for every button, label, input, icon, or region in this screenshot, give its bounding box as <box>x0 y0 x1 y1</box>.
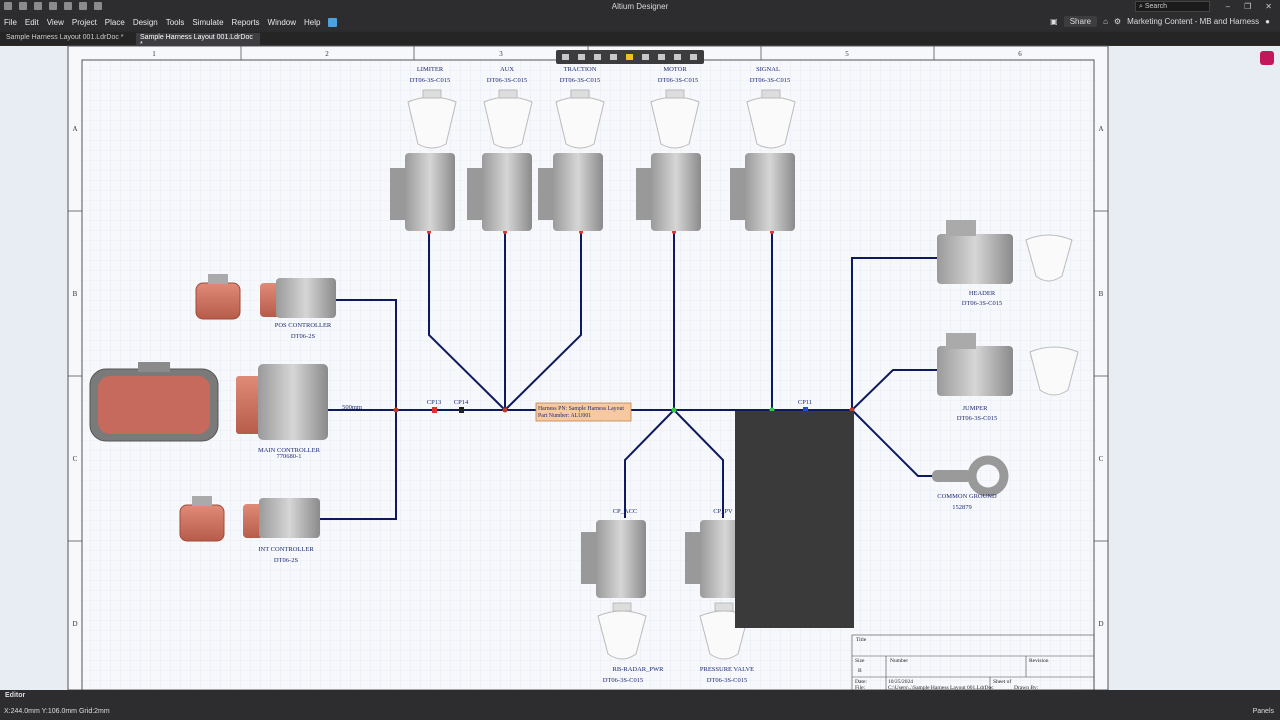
row-label: C <box>1099 455 1104 463</box>
pn-signal: DT06-3S-C015 <box>750 77 790 84</box>
harness-label[interactable]: Harness PN: Sample Harness Layout Part N… <box>535 402 632 422</box>
pn-motor: DT06-3S-C015 <box>658 77 698 84</box>
panels-button[interactable]: Panels <box>1253 708 1274 715</box>
row-label: A <box>72 125 77 133</box>
align-icon[interactable] <box>610 54 617 60</box>
cp11-label: CP11 <box>798 399 812 406</box>
collaborator-avatar[interactable] <box>1260 51 1274 65</box>
pn-rb-radar: DT06-3S-C015 <box>603 677 643 684</box>
splice-icon[interactable] <box>658 54 665 60</box>
size-value: B <box>858 668 862 674</box>
col-label: 1 <box>152 50 156 58</box>
label-jumper: JUMPER <box>963 405 989 412</box>
label-common-ground: COMMON GROUND <box>937 493 997 500</box>
pn-limiter: DT06-3S-C015 <box>410 77 450 84</box>
title-field: Title <box>856 637 867 643</box>
label-header: HEADER <box>969 290 996 297</box>
col-label: 6 <box>1018 50 1022 58</box>
status-bar: Editor X:244.0mm Y:106.0mm Grid:2mm Pane… <box>0 690 1280 720</box>
length-label: 500mm <box>342 404 362 411</box>
selection-overlay <box>735 411 854 628</box>
harness-drawing[interactable]: 1 2 3 4 5 6 A B C D A B C D <box>0 0 1280 720</box>
label-pos-controller: POS CONTROLLER <box>275 322 332 329</box>
cp14-label: CP14 <box>454 399 469 406</box>
pn-header: DT06-3S-C015 <box>962 300 1002 307</box>
harness-pn-text: Harness PN: Sample Harness Layout <box>538 406 624 412</box>
label-motor: MOTOR <box>663 66 687 73</box>
row-label: A <box>1098 125 1103 133</box>
wire-icon[interactable] <box>642 54 649 60</box>
row-label: C <box>73 455 78 463</box>
revision-field: Revision <box>1029 658 1049 664</box>
grid-size: Grid:2mm <box>78 708 110 715</box>
label-pressure-valve: PRESSURE VALVE <box>700 666 754 673</box>
shape-icon[interactable] <box>690 54 697 60</box>
pn-int-controller: DT06-2S <box>274 557 299 564</box>
pn-jumper: DT06-3S-C015 <box>957 415 997 422</box>
filter-icon[interactable] <box>562 54 569 60</box>
connector-icon[interactable] <box>626 54 633 60</box>
pn-main-controller: 770680-1 <box>277 453 302 460</box>
pn-pressure-valve: DT06-3S-C015 <box>707 677 747 684</box>
editor-tab[interactable]: Editor <box>5 692 25 699</box>
cp13-label: CP13 <box>427 399 441 406</box>
select-icon[interactable] <box>594 54 601 60</box>
row-label: D <box>72 620 77 628</box>
cp14-marker[interactable] <box>459 407 464 413</box>
altium-window: Altium Designer ⌕ Search – ❐ ✕ File Edit… <box>0 0 1280 720</box>
connector-main-controller[interactable] <box>89 362 328 442</box>
label-int-controller: INT CONTROLLER <box>258 546 314 553</box>
pn-traction: DT06-3S-C015 <box>560 77 600 84</box>
cp13-marker[interactable] <box>432 407 437 413</box>
pn-pos-controller: DT06-2S <box>291 333 316 340</box>
cursor-coordinates: X:244.0mm Y:106.0mm Grid:2mm <box>4 708 110 715</box>
col-label: 3 <box>499 50 503 58</box>
col-label: 5 <box>845 50 849 58</box>
move-icon[interactable] <box>578 54 585 60</box>
label-aux: AUX <box>500 66 514 73</box>
harness-part-number-text: Part Number: ALU001 <box>538 413 591 419</box>
col-label: 2 <box>325 50 329 58</box>
row-label: D <box>1098 620 1103 628</box>
active-bar <box>556 50 704 64</box>
number-field: Number <box>890 658 908 664</box>
row-label: B <box>1099 290 1104 298</box>
label-rb-radar: RB-RADAR_PWR <box>613 666 665 673</box>
size-field: Size <box>855 658 865 664</box>
label-limiter: LIMITER <box>417 66 444 73</box>
text-icon[interactable] <box>674 54 681 60</box>
row-label: B <box>73 290 78 298</box>
label-traction: TRACTION <box>564 66 597 73</box>
pn-common-ground: 152879 <box>952 504 972 511</box>
label-cp-pv: CP_PV <box>713 508 733 515</box>
label-cp-acc: CP_ACC <box>613 508 638 515</box>
sheet-field: Sheet of <box>993 678 1011 685</box>
label-signal: SIGNAL <box>756 66 780 73</box>
pn-aux: DT06-3S-C015 <box>487 77 527 84</box>
